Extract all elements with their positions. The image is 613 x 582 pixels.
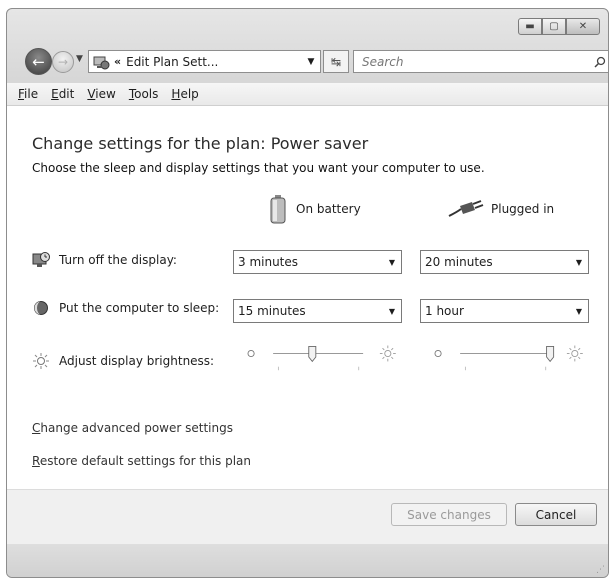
sleep-battery-select[interactable]: 15 minutes ▼ bbox=[233, 299, 402, 323]
display-off-battery-select[interactable]: 3 minutes ▼ bbox=[233, 250, 402, 274]
sleep-plugged-select[interactable]: 1 hour ▼ bbox=[420, 299, 589, 323]
breadcrumb-current[interactable]: Edit Plan Sett... bbox=[126, 55, 218, 69]
brightness-label: Adjust display brightness: bbox=[59, 354, 215, 368]
page-title: Change settings for the plan: Power save… bbox=[32, 134, 369, 153]
menu-tools[interactable]: Tools bbox=[129, 87, 159, 101]
display-off-battery-value: 3 minutes bbox=[238, 255, 299, 269]
sleep-label: Put the computer to sleep: bbox=[59, 301, 220, 315]
bright-icon bbox=[379, 345, 396, 362]
forward-button[interactable]: → bbox=[52, 51, 74, 73]
menu-edit[interactable]: Edit bbox=[51, 87, 74, 101]
chevron-down-icon: ▼ bbox=[388, 257, 395, 267]
display-off-label: Turn off the display: bbox=[59, 253, 177, 267]
dim-icon bbox=[434, 349, 442, 357]
brightness-row: Adjust display brightness: bbox=[32, 352, 214, 370]
save-changes-button[interactable]: Save changes bbox=[391, 503, 507, 526]
search-placeholder: Search bbox=[362, 54, 404, 69]
breadcrumb-overflow[interactable]: « bbox=[114, 55, 121, 68]
menu-view[interactable]: View bbox=[87, 87, 115, 101]
recent-pages-dropdown[interactable]: ▼ bbox=[76, 54, 83, 64]
control-panel-icon bbox=[93, 56, 110, 69]
sleep-plugged-value: 1 hour bbox=[425, 304, 464, 318]
plugged-in-label: Plugged in bbox=[491, 202, 555, 216]
address-dropdown-icon[interactable]: ▼ bbox=[302, 57, 320, 67]
search-icon[interactable] bbox=[594, 56, 606, 68]
search-input[interactable]: Search bbox=[353, 50, 608, 73]
chevron-down-icon: ▼ bbox=[388, 306, 395, 316]
cancel-button[interactable]: Cancel bbox=[515, 503, 597, 526]
back-arrow-icon: ← bbox=[32, 52, 45, 71]
minimize-button[interactable]: ▬ bbox=[518, 18, 542, 35]
status-bar: ⋰ bbox=[7, 544, 608, 577]
column-plugged-in: Plugged in bbox=[447, 200, 554, 218]
display-off-plugged-value: 20 minutes bbox=[425, 255, 493, 269]
menu-help[interactable]: Help bbox=[171, 87, 198, 101]
maximize-button[interactable]: ▢ bbox=[542, 18, 566, 35]
slider-thumb[interactable] bbox=[308, 345, 317, 363]
address-bar[interactable]: « Edit Plan Sett... ▼ bbox=[88, 50, 321, 73]
sleep-battery-value: 15 minutes bbox=[238, 304, 306, 318]
brightness-battery-slider[interactable] bbox=[233, 342, 405, 372]
refresh-icon: ↹ bbox=[330, 54, 342, 69]
close-button[interactable]: ✕ bbox=[566, 18, 600, 35]
dim-icon bbox=[247, 349, 255, 357]
change-advanced-settings-link[interactable]: Change advanced power settings bbox=[32, 421, 233, 435]
sleep-row: Put the computer to sleep: bbox=[32, 299, 219, 317]
power-plug-icon bbox=[448, 200, 484, 217]
chevron-down-icon: ▼ bbox=[575, 306, 582, 316]
display-off-row: Turn off the display: bbox=[32, 251, 177, 269]
navigation-bar: ← → ▼ « Edit Plan Sett... ▼ ↹ Search bbox=[15, 47, 608, 77]
back-button[interactable]: ← bbox=[25, 48, 52, 75]
display-off-plugged-select[interactable]: 20 minutes ▼ bbox=[420, 250, 589, 274]
page-subtitle: Choose the sleep and display settings th… bbox=[32, 161, 485, 175]
content-pane: Change settings for the plan: Power save… bbox=[7, 106, 608, 489]
sleep-moon-icon bbox=[34, 301, 48, 315]
battery-icon bbox=[270, 195, 286, 224]
menu-bar: File Edit View Tools Help bbox=[7, 83, 608, 106]
button-bar: Save changes Cancel bbox=[7, 489, 608, 544]
refresh-button[interactable]: ↹ bbox=[323, 50, 349, 73]
bright-icon bbox=[566, 345, 583, 362]
column-on-battery: On battery bbox=[269, 194, 361, 224]
display-clock-icon bbox=[32, 252, 50, 267]
restore-defaults-link[interactable]: Restore default settings for this plan bbox=[32, 454, 251, 468]
chevron-down-icon: ▼ bbox=[575, 257, 582, 267]
resize-grip-icon[interactable]: ⋰ bbox=[596, 565, 605, 575]
caption-buttons: ▬ ▢ ✕ bbox=[518, 18, 600, 35]
explorer-window: ▬ ▢ ✕ ← → ▼ « Edit Plan Sett... ▼ ↹ Sear… bbox=[6, 8, 609, 578]
brightness-sun-icon bbox=[33, 353, 49, 369]
on-battery-label: On battery bbox=[296, 202, 361, 216]
forward-arrow-icon: → bbox=[57, 55, 69, 69]
slider-thumb[interactable] bbox=[546, 345, 555, 363]
brightness-plugged-slider[interactable] bbox=[420, 342, 592, 372]
menu-file[interactable]: File bbox=[18, 87, 38, 101]
